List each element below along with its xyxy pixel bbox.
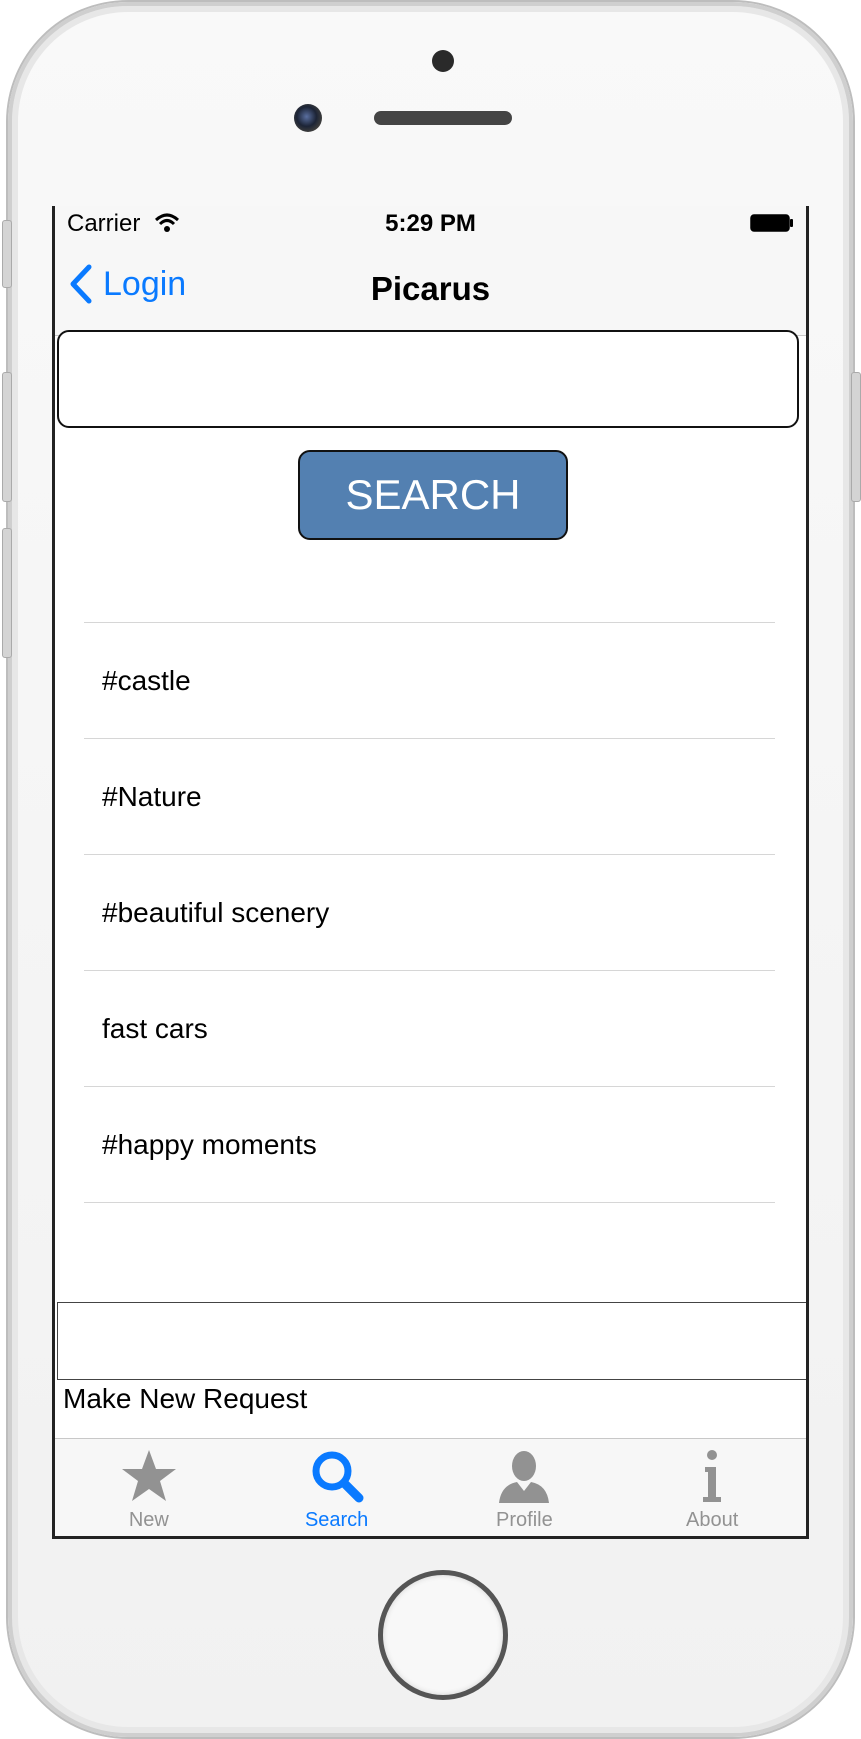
status-time: 5:29 PM bbox=[385, 210, 476, 237]
tab-label-profile: Profile bbox=[496, 1509, 553, 1531]
page-title: Picarus bbox=[370, 270, 491, 307]
tab-new[interactable]: New bbox=[55, 1439, 243, 1536]
search-icon bbox=[312, 1451, 364, 1503]
mute-switch bbox=[2, 220, 12, 288]
tab-profile[interactable]: Profile bbox=[431, 1439, 619, 1536]
front-camera bbox=[294, 104, 322, 132]
list-item[interactable]: #castle bbox=[84, 623, 775, 739]
list-item[interactable]: #beautiful scenery bbox=[84, 855, 775, 971]
star-icon bbox=[121, 1450, 176, 1501]
power-button bbox=[851, 372, 861, 502]
search-input[interactable] bbox=[57, 330, 799, 428]
list-item[interactable]: #happy moments bbox=[84, 1087, 775, 1203]
info-icon bbox=[703, 1450, 722, 1502]
status-bar: Carrier 5:29 PM bbox=[55, 206, 806, 240]
tab-label-search: Search bbox=[304, 1509, 369, 1531]
tab-label-about: About bbox=[685, 1509, 739, 1531]
navigation-bar: Login Picarus bbox=[55, 240, 806, 336]
person-icon bbox=[499, 1451, 550, 1503]
tab-search[interactable]: Search bbox=[243, 1439, 431, 1536]
list-item[interactable]: fast cars bbox=[84, 971, 775, 1087]
volume-up-button bbox=[2, 372, 12, 502]
volume-down-button bbox=[2, 528, 12, 658]
proximity-sensor bbox=[432, 50, 454, 72]
tab-label-new: New bbox=[128, 1509, 169, 1531]
make-new-request-button[interactable]: Make New Request bbox=[63, 1383, 307, 1415]
tab-about[interactable]: About bbox=[618, 1439, 806, 1536]
suggestion-list: #castle #Nature #beautiful scenery fast … bbox=[84, 622, 775, 1203]
tab-bar: New Search Profile About bbox=[55, 1438, 806, 1536]
search-button[interactable]: SEARCH bbox=[298, 450, 568, 540]
list-item[interactable]: #Nature bbox=[84, 739, 775, 855]
battery-icon bbox=[750, 214, 793, 232]
app-screen: Carrier 5:29 PM Login Picarus SEARCH #ca… bbox=[52, 206, 809, 1539]
home-button[interactable] bbox=[378, 1570, 508, 1700]
earpiece-speaker bbox=[374, 111, 512, 125]
request-input-box[interactable] bbox=[57, 1302, 806, 1380]
